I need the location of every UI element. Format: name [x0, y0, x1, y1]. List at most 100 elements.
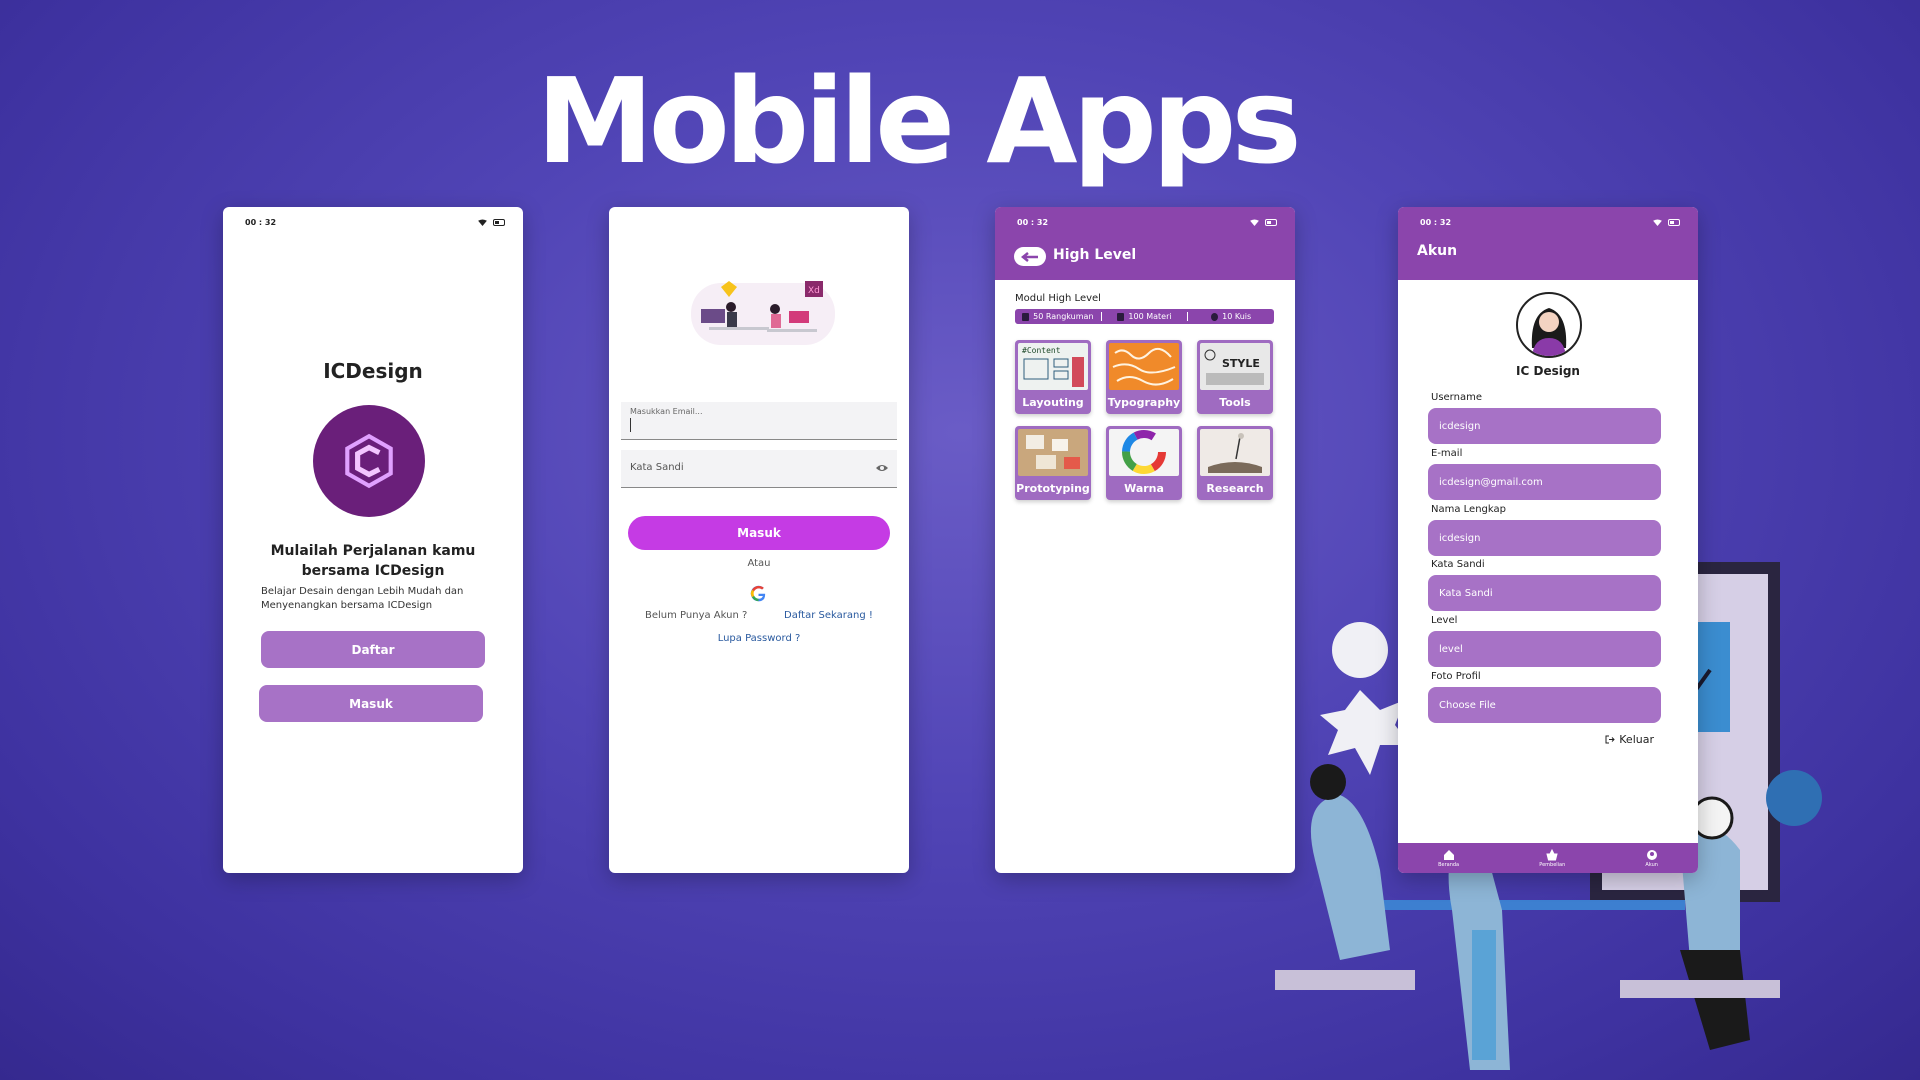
app-bar: 00 : 32 High Level [995, 207, 1295, 280]
register-button[interactable]: Daftar [261, 631, 485, 668]
tile-typography[interactable]: Typography [1106, 340, 1182, 414]
login-button[interactable]: Masuk [628, 516, 890, 550]
avatar[interactable] [1516, 292, 1582, 358]
tools-image: STYLE [1200, 343, 1270, 390]
layouting-image: #Content [1018, 343, 1088, 390]
tile-warna[interactable]: Warna [1106, 426, 1182, 500]
tile-prototyping[interactable]: Prototyping [1015, 426, 1091, 500]
stat-summary-label: 50 Rangkuman [1033, 312, 1094, 321]
no-account-text: Belum Punya Akun ? [645, 610, 748, 621]
arrow-left-icon [1021, 251, 1038, 262]
password-field[interactable]: Kata Sandi [1428, 575, 1661, 611]
wifi-icon [478, 218, 487, 226]
nav-home[interactable]: Beranda [1438, 849, 1459, 868]
video-icon [1117, 312, 1125, 321]
stat-summary: 50 Rangkuman [1015, 312, 1101, 321]
tile-label: Tools [1219, 396, 1251, 409]
home-icon [1443, 849, 1454, 860]
headline-title: Mobile Apps [536, 52, 1301, 190]
user-avatar-icon [1531, 308, 1567, 356]
tile-research[interactable]: Research [1197, 426, 1273, 500]
login-button[interactable]: Masuk [259, 685, 483, 722]
app-bar: 00 : 32 Akun [1398, 207, 1698, 280]
status-time: 00 : 32 [1420, 217, 1452, 227]
forgot-password-link[interactable]: Lupa Password ? [609, 633, 909, 644]
fullname-label: Nama Lengkap [1431, 504, 1506, 515]
back-button[interactable] [1014, 247, 1046, 266]
fullname-field[interactable]: icdesign [1428, 520, 1661, 556]
text-cursor [630, 418, 631, 432]
app-name: ICDesign [323, 359, 423, 383]
stat-quiz: 10 Kuis [1187, 312, 1274, 321]
username-label: Username [1431, 392, 1482, 403]
tagline: Mulailah Perjalanan kamu bersama ICDesig… [253, 541, 493, 581]
nav-home-label: Beranda [1438, 861, 1460, 868]
color-wheel-image [1109, 429, 1179, 476]
tile-label: Typography [1107, 396, 1181, 409]
stat-quiz-label: 10 Kuis [1222, 312, 1252, 321]
layouting-image-text: #Content [1022, 346, 1061, 355]
ic-logo-icon [313, 405, 425, 517]
tile-layouting[interactable]: #Content Layouting [1015, 340, 1091, 414]
battery-icon [1265, 218, 1277, 226]
profile-name: IC Design [1516, 364, 1580, 378]
or-text: Atau [747, 558, 771, 569]
tools-image-text: STYLE [1222, 357, 1260, 370]
xd-badge: Xd [808, 286, 820, 296]
email-field[interactable]: icdesign@gmail.com [1428, 464, 1661, 500]
module-label: Modul High Level [1015, 293, 1101, 304]
logout-label: Keluar [1619, 733, 1654, 746]
photo-label: Foto Profil [1431, 671, 1481, 682]
nav-account-label: Akun [1645, 861, 1658, 868]
stat-material-label: 100 Materi [1128, 312, 1172, 321]
status-time: 00 : 32 [1017, 217, 1049, 227]
level-field[interactable]: level [1428, 631, 1661, 667]
book-icon [1022, 312, 1030, 321]
status-bar: 00 : 32 [1398, 207, 1698, 237]
tile-tools[interactable]: STYLE Tools [1197, 340, 1273, 414]
bottom-nav: Beranda Pembelian Akun [1398, 843, 1698, 873]
nav-purchase-label: Pembelian [1539, 861, 1566, 868]
workspace-illustration: Xd [691, 281, 835, 345]
tagline-line-2: bersama ICDesign [301, 563, 445, 579]
eye-icon[interactable] [875, 463, 889, 473]
logout-icon [1605, 735, 1615, 744]
tile-label: Warna [1124, 482, 1164, 495]
description-line-1: Belajar Desain dengan Lebih Mudah dan [261, 586, 464, 597]
battery-icon [493, 218, 505, 226]
welcome-screen: 00 : 32 ICDesign Mulailah Perjalanan kam… [223, 207, 523, 873]
email-field[interactable]: Masukkan Email... [621, 402, 897, 440]
status-time: 00 : 32 [245, 217, 277, 227]
battery-icon [1668, 218, 1680, 226]
nav-account[interactable]: Akun [1645, 849, 1658, 868]
tile-label: Layouting [1022, 396, 1084, 409]
email-label: E-mail [1431, 448, 1463, 459]
level-label: Level [1431, 615, 1458, 626]
wifi-icon [1653, 218, 1662, 226]
register-link[interactable]: Daftar Sekarang ! [784, 610, 873, 621]
research-image [1200, 429, 1270, 476]
account-screen: 00 : 32 Akun IC Design Username icdesign… [1398, 207, 1698, 873]
email-placeholder: Masukkan Email... [630, 407, 703, 416]
tile-label: Research [1206, 482, 1264, 495]
status-bar: 00 : 32 [223, 207, 523, 237]
tagline-line-1: Mulailah Perjalanan kamu [270, 543, 476, 559]
page-title: High Level [1053, 247, 1137, 263]
login-screen: Xd Masukkan Email... Kata Sandi Masuk At… [609, 207, 909, 873]
password-label: Kata Sandi [1431, 559, 1485, 570]
module-stats: 50 Rangkuman 100 Materi 10 Kuis [1015, 309, 1274, 324]
google-icon[interactable] [750, 585, 767, 602]
status-bar: 00 : 32 [995, 207, 1295, 237]
typography-image [1109, 343, 1179, 390]
logout-button[interactable]: Keluar [1605, 733, 1654, 746]
tile-label: Prototyping [1016, 482, 1090, 495]
basket-icon [1546, 848, 1558, 860]
account-icon [1646, 849, 1657, 860]
nav-purchase[interactable]: Pembelian [1539, 848, 1566, 868]
wifi-icon [1250, 218, 1259, 226]
password-field[interactable]: Kata Sandi [621, 450, 897, 488]
username-field[interactable]: icdesign [1428, 408, 1661, 444]
choose-file-button[interactable]: Choose File [1428, 687, 1661, 723]
description-line-2: Menyenangkan bersama ICDesign [261, 600, 433, 611]
password-label: Kata Sandi [630, 462, 684, 473]
